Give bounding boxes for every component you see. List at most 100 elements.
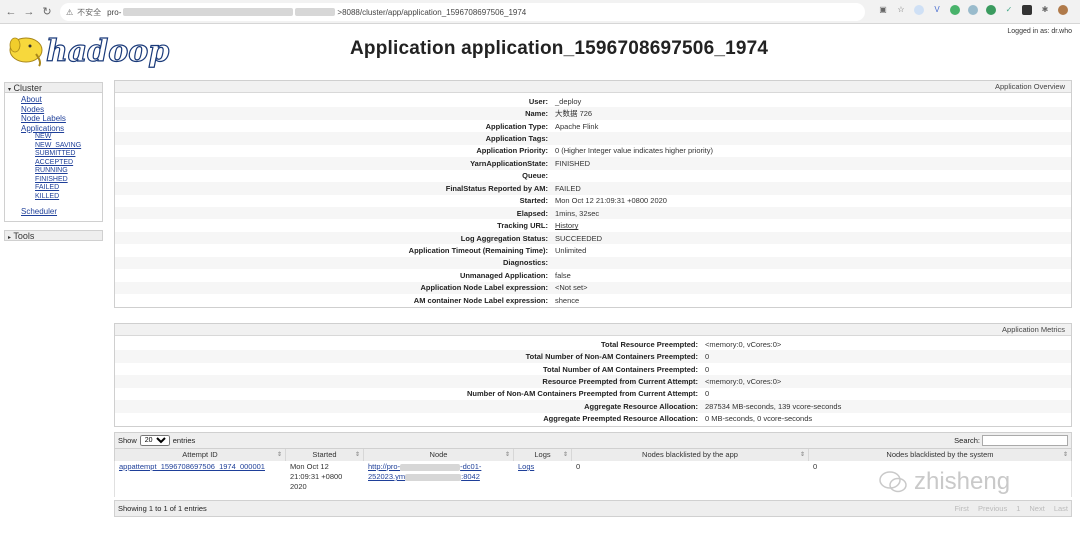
- column-header-attempt-id[interactable]: Attempt ID ⇕: [115, 449, 286, 461]
- extension-icon[interactable]: [914, 5, 924, 15]
- metrics-value: <memory:0, vCores:0>: [705, 339, 782, 349]
- tools-section-toggle[interactable]: ▸ Tools: [4, 229, 103, 241]
- search-input[interactable]: [982, 435, 1068, 446]
- overview-key: Application Tags:: [485, 134, 548, 144]
- metrics-value: 0: [705, 352, 710, 362]
- translate-icon[interactable]: ▣: [878, 5, 888, 15]
- pager-last[interactable]: Last: [1054, 504, 1068, 513]
- app-state-killed[interactable]: KILLED: [35, 193, 102, 202]
- started-line: 2020: [290, 482, 307, 491]
- security-label: 不安全: [77, 7, 102, 17]
- overview-row: Elapsed: 1mins, 32sec: [115, 206, 1071, 220]
- forward-arrow-icon[interactable]: →: [22, 5, 36, 19]
- overview-key: Log Aggregation Status:: [460, 233, 548, 243]
- reload-icon[interactable]: ↻: [40, 5, 54, 19]
- cluster-label: Cluster: [13, 83, 43, 93]
- hadoop-logo[interactable]: hadoop: [6, 28, 174, 70]
- app-state-accepted[interactable]: ACCEPTED: [35, 159, 102, 168]
- app-state-running[interactable]: RUNNING: [35, 167, 102, 176]
- overview-row: YarnApplicationState: FINISHED: [115, 157, 1071, 170]
- pager-next[interactable]: Next: [1029, 504, 1044, 513]
- overview-value: false: [555, 270, 571, 280]
- menu-dots-icon[interactable]: ⋮: [1076, 5, 1080, 15]
- app-state-failed[interactable]: FAILED: [35, 184, 102, 193]
- column-header-logs[interactable]: Logs ⇕: [514, 449, 572, 461]
- overview-row: AM container Node Label expression: shenc…: [115, 294, 1071, 306]
- overview-key: Started:: [519, 196, 548, 206]
- pager-page-1[interactable]: 1: [1016, 504, 1020, 513]
- check-icon[interactable]: ✓: [1004, 5, 1014, 15]
- extension-icon[interactable]: [1022, 5, 1032, 15]
- attempt-id-link[interactable]: appattempt_1596708697506_1974_000001: [119, 462, 265, 471]
- metrics-heading: Application Metrics: [115, 324, 1071, 336]
- pager-first[interactable]: First: [954, 504, 969, 513]
- metrics-row: Total Resource Preempted: <memory:0, vCor…: [115, 338, 1071, 350]
- redacted-host: [405, 473, 462, 481]
- sort-icon: ⇕: [276, 452, 282, 458]
- entries-label: entries: [172, 436, 196, 445]
- extension-icon[interactable]: [968, 5, 978, 15]
- overview-key: Application Priority:: [476, 146, 548, 156]
- page-size-select[interactable]: 20: [139, 435, 170, 446]
- overview-value: SUCCEEDED: [555, 233, 603, 243]
- overview-row: Log Aggregation Status: SUCCEEDED: [115, 231, 1071, 245]
- overview-row: Application Priority: 0 (Higher Integer v…: [115, 145, 1071, 157]
- sort-icon: ⇕: [799, 452, 805, 458]
- sidebar: ▾ Cluster About Nodes Node Labels Applic…: [4, 82, 103, 241]
- star-icon[interactable]: ☆: [896, 5, 906, 15]
- back-arrow-icon[interactable]: ←: [4, 5, 18, 19]
- cluster-menu: About Nodes Node Labels Applications NEW…: [4, 93, 103, 222]
- overview-key: Application Type:: [485, 121, 548, 131]
- overview-value: <Not set>: [555, 283, 588, 293]
- tracking-url-link[interactable]: History: [548, 221, 578, 230]
- sort-icon: ⇕: [562, 452, 568, 458]
- redacted-host: [400, 463, 461, 471]
- overview-value: Mon Oct 12 21:09:31 +0800 2020: [555, 196, 667, 206]
- pager-previous[interactable]: Previous: [978, 504, 1007, 513]
- metrics-row: Number of Non-AM Containers Preempted fr…: [115, 388, 1071, 400]
- overview-key: FinalStatus Reported by AM:: [445, 183, 548, 193]
- extension-icon[interactable]: [950, 5, 960, 15]
- app-state-new-saving[interactable]: NEW_SAVING: [35, 142, 102, 151]
- overview-key: Application Node Label expression:: [420, 283, 548, 293]
- overview-key: YarnApplicationState:: [470, 158, 548, 168]
- logo-text: hadoop: [46, 34, 169, 69]
- column-header-blacklisted-app[interactable]: Nodes blacklisted by the app ⇕: [572, 449, 809, 461]
- address-bar[interactable]: ⚠ 不安全 pro- >8088/cluster/app/application…: [60, 3, 865, 21]
- overview-value: 0 (Higher Integer value indicates higher…: [555, 146, 713, 156]
- table-footer: Showing 1 to 1 of 1 entries First Previo…: [114, 500, 1072, 517]
- sidebar-link-nodes[interactable]: Nodes: [21, 105, 102, 115]
- sidebar-link-node-labels[interactable]: Node Labels: [21, 114, 102, 124]
- metrics-row: Resource Preempted from Current Attempt:…: [115, 375, 1071, 388]
- app-state-new[interactable]: NEW: [35, 133, 102, 142]
- sidebar-link-applications[interactable]: Applications: [21, 124, 102, 134]
- started-line: Mon Oct 12: [290, 462, 329, 471]
- node-link[interactable]: http://pro- -dc01- 252023.ym:8042: [368, 462, 510, 482]
- extension-icon[interactable]: [986, 5, 996, 15]
- overview-value: shence: [555, 295, 580, 305]
- table-header: Attempt ID ⇕ Started ⇕ Node ⇕ Logs ⇕ Nodes b…: [114, 449, 1072, 461]
- overview-value: FINISHED: [555, 158, 591, 168]
- overview-row: Name: 大数据 726: [115, 107, 1071, 120]
- column-header-blacklisted-system[interactable]: Nodes blacklisted by the system ⇕: [809, 449, 1071, 461]
- vue-icon[interactable]: V: [932, 5, 942, 15]
- redacted-host: [123, 8, 294, 16]
- app-state-submitted[interactable]: SUBMITTED: [35, 150, 102, 159]
- overview-key: Queue:: [522, 171, 548, 181]
- pagination: First Previous 1 Next Last: [954, 504, 1068, 513]
- column-header-node[interactable]: Node ⇕: [364, 449, 514, 461]
- sort-icon: ⇕: [1062, 452, 1068, 458]
- overview-key: User:: [528, 96, 548, 106]
- metrics-value: 287534 MB-seconds, 139 vcore-seconds: [705, 401, 842, 411]
- overview-row: Diagnostics:: [115, 256, 1071, 270]
- metrics-value: 0: [705, 389, 710, 399]
- avatar[interactable]: [1058, 5, 1068, 15]
- sidebar-link-about[interactable]: About: [21, 95, 102, 105]
- column-header-started[interactable]: Started ⇕: [286, 449, 364, 461]
- cluster-section-toggle[interactable]: ▾ Cluster: [4, 82, 103, 93]
- puzzle-icon[interactable]: ✱: [1040, 5, 1050, 15]
- logs-link[interactable]: Logs: [518, 462, 534, 471]
- app-state-finished[interactable]: FINISHED: [35, 176, 102, 185]
- sidebar-link-scheduler[interactable]: Scheduler: [21, 207, 102, 217]
- overview-row: Application Tags:: [115, 132, 1071, 145]
